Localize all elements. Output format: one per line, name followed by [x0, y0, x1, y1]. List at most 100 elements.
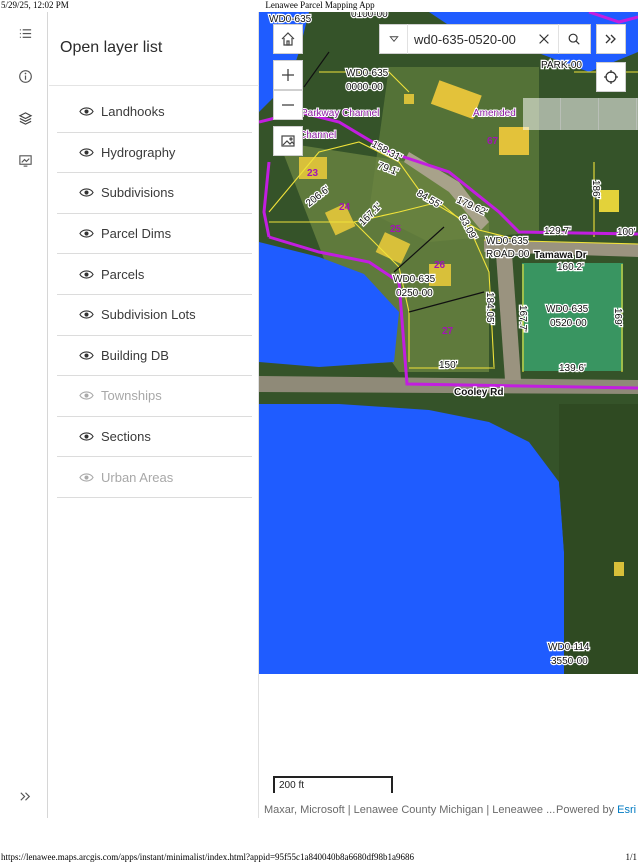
expand-icon[interactable] [13, 784, 37, 808]
layer-item-subdivisions[interactable]: Subdivisions [57, 173, 252, 214]
dimension-label: 186' [590, 180, 601, 199]
powered-by: Powered by Esri [556, 804, 636, 816]
parcel-label: ROAD-00 [486, 249, 530, 260]
layer-label: Urban Areas [101, 469, 174, 485]
layer-label: Parcels [101, 266, 145, 282]
eye-icon[interactable] [79, 106, 94, 117]
home-icon [281, 32, 295, 46]
eye-icon[interactable] [79, 472, 94, 483]
toolbar-slot[interactable] [599, 98, 637, 130]
layer-list-panel: Open layer list Landhooks Hydrography Subd… [49, 12, 259, 818]
plus-icon [282, 69, 294, 81]
panel-title: Open layer list [60, 39, 163, 56]
layer-label: Parcel Dims [101, 226, 172, 242]
app-window: Open layer list Landhooks Hydrography Subd… [2, 12, 638, 820]
eye-icon[interactable] [79, 309, 94, 320]
search-bar [379, 24, 591, 54]
road-label: Cooley Rd [454, 387, 503, 398]
layer-label: Subdivisions [101, 185, 174, 201]
clear-search-button[interactable] [530, 24, 558, 54]
road-label: Tamawa Dr [534, 250, 587, 261]
print-page-number: 1/1 [625, 852, 637, 862]
caret-down-icon [388, 36, 399, 42]
parcel-label: WD0-635 [486, 236, 529, 247]
eye-icon[interactable] [79, 269, 94, 280]
layer-label: Sections [101, 429, 151, 445]
eye-icon[interactable] [79, 187, 94, 198]
dimension-label: 139.6' [559, 363, 586, 374]
dimension-label: 167.7' [517, 305, 528, 332]
layers-icon[interactable] [13, 106, 37, 130]
close-icon [539, 34, 549, 44]
dimension-label: 129.7' [544, 226, 571, 237]
faded-toolbar [523, 98, 638, 130]
image-icon [281, 135, 295, 147]
layer-item-parcel-dims[interactable]: Parcel Dims [57, 214, 252, 255]
map-view[interactable]: WD0-635 0100-00 WD0-635 0000-00 PARK-00 … [259, 12, 638, 674]
print-header: 5/29/25, 12:02 PM Lenawee Parcel Mapping… [0, 0, 640, 12]
locate-button[interactable] [596, 62, 626, 92]
info-icon[interactable] [13, 64, 37, 88]
esri-link[interactable]: Esri [617, 804, 636, 816]
layer-item-subdivision-lots[interactable]: Subdivision Lots [57, 295, 252, 336]
layer-item-landhooks[interactable]: Landhooks [57, 92, 252, 133]
layer-item-hydrography[interactable]: Hydrography [57, 133, 252, 174]
layer-list: Landhooks Hydrography Subdivisions Parcel D… [57, 92, 252, 498]
print-url: https://lenawee.maps.arcgis.com/apps/ins… [1, 852, 414, 862]
subdivision-label: Amended [473, 108, 516, 119]
lot-number: 26 [434, 260, 446, 271]
layer-item-building-db[interactable]: Building DB [57, 336, 252, 377]
eye-icon[interactable] [79, 228, 94, 239]
toolbar-slot[interactable] [523, 98, 561, 130]
powered-by-text: Powered by [556, 804, 618, 816]
dimension-label: 160.2' [557, 262, 584, 273]
search-input[interactable] [408, 26, 530, 52]
layer-item-parcels[interactable]: Parcels [57, 254, 252, 295]
lot-number: 24 [339, 202, 351, 213]
water-label: Parkway Channel [301, 108, 379, 119]
legend-icon[interactable] [13, 22, 37, 46]
lot-number: 27 [442, 326, 454, 337]
eye-icon[interactable] [79, 390, 94, 401]
icon-rail [2, 12, 48, 818]
layer-label: Townships [101, 388, 162, 404]
dimension-label: 150' [439, 360, 458, 371]
double-chevron-right-icon [605, 34, 616, 44]
toolbar-slot[interactable] [561, 98, 599, 130]
layer-label: Landhooks [101, 104, 165, 120]
eye-icon[interactable] [79, 350, 94, 361]
lot-number: 23 [307, 168, 319, 179]
zoom-in-button[interactable] [273, 60, 303, 90]
lot-number: 25 [390, 224, 402, 235]
search-source-dropdown[interactable] [380, 24, 408, 54]
home-button[interactable] [273, 24, 303, 54]
minus-icon [282, 104, 294, 106]
selected-parcel-label: 0520-00 [550, 318, 587, 329]
parcel-label: 0000-00 [346, 82, 383, 93]
layer-label: Building DB [101, 347, 169, 363]
dimension-label: 184.05' [484, 292, 495, 325]
parcel-label: WD0-635 [346, 68, 389, 79]
search-icon [568, 33, 580, 45]
water-label: Channel [299, 130, 336, 141]
expand-widget-button[interactable] [596, 24, 626, 54]
parcel-label: PARK-00 [541, 60, 582, 71]
layer-item-urban-areas[interactable]: Urban Areas [57, 457, 252, 498]
parcel-label: WD0-114 [548, 642, 590, 653]
basemap-icon[interactable] [13, 148, 37, 172]
layer-label: Hydrography [101, 144, 176, 160]
eye-icon[interactable] [79, 147, 94, 158]
basemap-toggle-button[interactable] [273, 126, 303, 156]
eye-icon[interactable] [79, 431, 94, 442]
map-footer: 200 ft Maxar, Microsoft | Lenawee County… [259, 674, 638, 819]
layer-item-townships[interactable]: Townships [57, 376, 252, 417]
zoom-out-button[interactable] [273, 90, 303, 120]
search-button[interactable] [558, 24, 588, 54]
lot-number: 67 [487, 136, 499, 147]
layer-item-sections[interactable]: Sections [57, 417, 252, 458]
panel-divider [49, 85, 259, 86]
print-title: Lenawee Parcel Mapping App [265, 0, 375, 10]
layer-label: Subdivision Lots [101, 307, 196, 323]
dimension-label: 169' [612, 308, 623, 327]
parcel-label: WD0-635 [393, 274, 436, 285]
